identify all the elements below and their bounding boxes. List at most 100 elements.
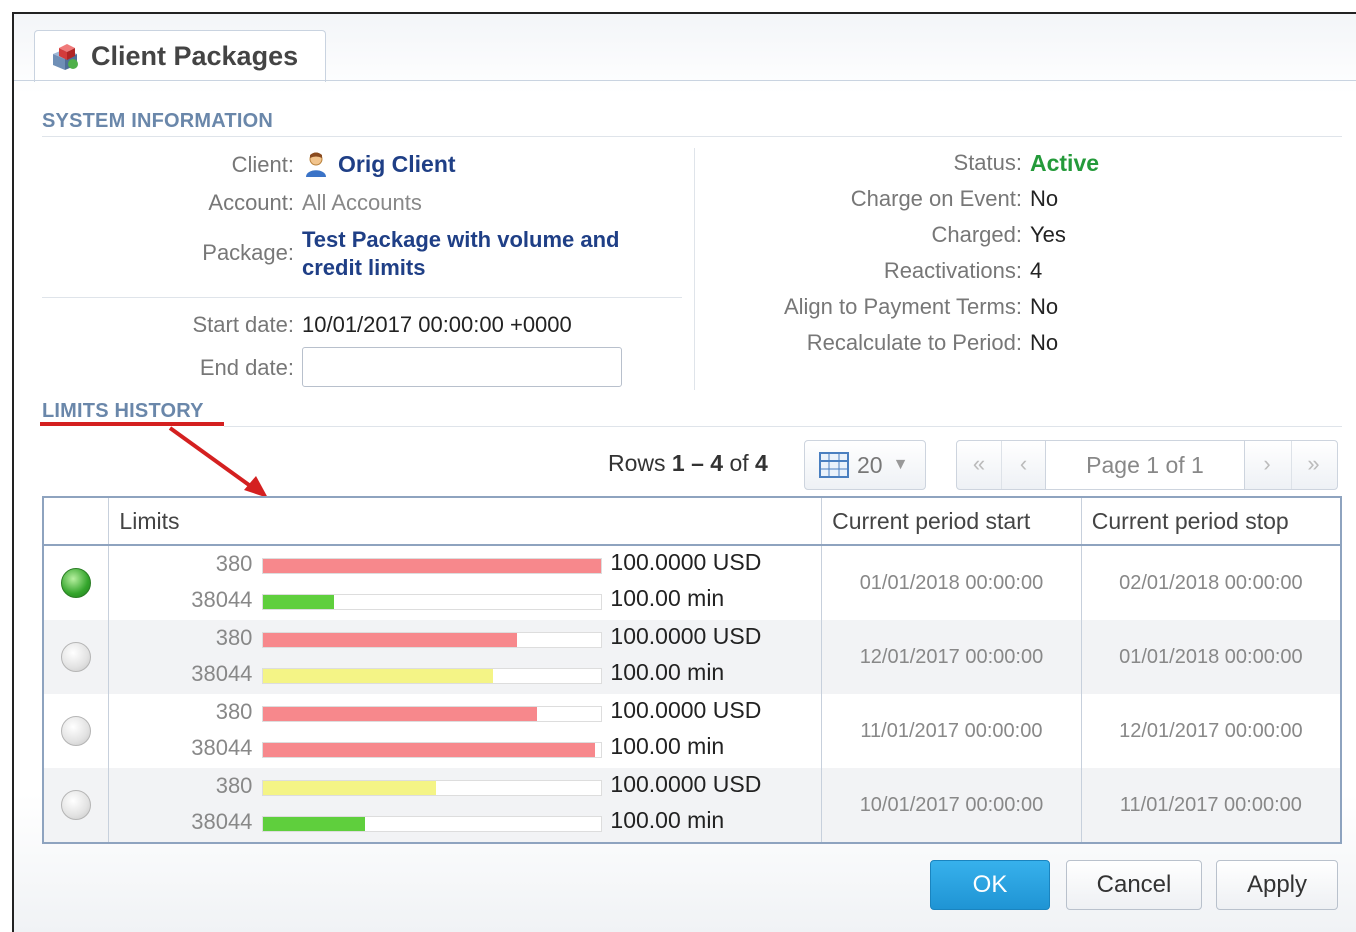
column-separator	[694, 148, 695, 390]
limit-line: 380 100.0000 USD	[110, 769, 820, 805]
limit-destination: 380	[215, 625, 253, 650]
page-indicator[interactable]: Page 1 of 1	[1045, 440, 1245, 490]
limit-amount: 100.00 min	[610, 659, 725, 685]
column-header-status	[43, 497, 110, 546]
limits-cell: 380 100.0000 USD 38044 100.00 min	[108, 694, 823, 768]
limit-usage-fill	[263, 633, 517, 647]
charged-value: Yes	[1030, 222, 1066, 247]
prev-page-button[interactable]: ‹	[1001, 441, 1045, 489]
recalculate-period-value: No	[1030, 330, 1059, 355]
system-information-heading: SYSTEM INFORMATION	[42, 110, 274, 132]
limit-usage-fill	[263, 781, 436, 795]
package-label: Package:	[202, 240, 294, 265]
rows-per-page-select[interactable]: 20 ▼	[804, 440, 926, 490]
period-start-cell: 10/01/2017 00:00:00	[821, 768, 1082, 843]
limit-line: 38044 100.00 min	[110, 731, 820, 767]
client-packages-window: Client Packages SYSTEM INFORMATION Clien…	[12, 12, 1356, 932]
limit-usage-bar	[262, 632, 603, 648]
reactivations-value: 4	[1030, 258, 1043, 283]
divider	[42, 297, 682, 298]
status-cell	[43, 694, 110, 768]
limit-amount: 100.0000 USD	[610, 697, 762, 723]
align-payment-terms-value: No	[1030, 294, 1059, 319]
limit-destination: 380	[215, 773, 253, 798]
column-header-limits[interactable]: Limits	[108, 497, 823, 546]
apply-button[interactable]: Apply	[1216, 860, 1338, 910]
period-stop-cell: 02/01/2018 00:00:00	[1119, 571, 1303, 594]
rows-per-page-value: 20	[857, 451, 883, 478]
limit-usage-bar	[262, 706, 603, 722]
end-date-input[interactable]	[302, 347, 622, 387]
table-row[interactable]: 380 100.0000 USD 38044 100.00 min 10/01/2017…	[43, 768, 1341, 843]
status-cell	[43, 545, 110, 620]
package-line-2: credit limits	[302, 255, 426, 280]
charged-label: Charged:	[931, 222, 1022, 247]
limit-usage-fill	[263, 559, 602, 573]
limits-history-table: Limits Current period start Current peri…	[42, 496, 1342, 844]
account-value: All Accounts	[302, 190, 422, 215]
client-label: Client:	[231, 152, 294, 177]
limit-destination: 380	[215, 699, 253, 724]
limit-amount: 100.0000 USD	[610, 549, 762, 575]
limit-amount: 100.00 min	[610, 807, 725, 833]
charge-on-event-label: Charge on Event:	[850, 186, 1022, 211]
limit-line: 38044 100.00 min	[110, 583, 820, 619]
limit-destination: 38044	[191, 587, 253, 612]
table-row[interactable]: 380 100.0000 USD 38044 100.00 min 12/01/2017…	[43, 620, 1341, 694]
limit-usage-fill	[263, 669, 494, 683]
status-label: Status:	[953, 150, 1022, 175]
limit-usage-bar	[262, 742, 603, 758]
column-header-period-stop[interactable]: Current period stop	[1081, 497, 1341, 546]
period-start-cell: 12/01/2017 00:00:00	[821, 620, 1082, 694]
last-page-button[interactable]: »	[1291, 441, 1335, 489]
divider	[224, 426, 1342, 427]
tab-title: Client Packages	[91, 41, 299, 71]
limit-amount: 100.0000 USD	[610, 771, 762, 797]
limits-cell: 380 100.0000 USD 38044 100.00 min	[108, 545, 823, 620]
package-link[interactable]: Test Package with volume and credit limi…	[302, 226, 619, 282]
first-page-button[interactable]: «	[957, 441, 1001, 489]
inactive-status-icon	[61, 642, 92, 672]
cancel-button[interactable]: Cancel	[1066, 860, 1202, 910]
reactivations-label: Reactivations:	[883, 258, 1022, 283]
limit-usage-bar	[262, 558, 603, 574]
limit-line: 380 100.0000 USD	[110, 621, 820, 657]
start-date-value: 10/01/2017 00:00:00 +0000	[302, 312, 572, 337]
active-status-icon	[61, 568, 92, 598]
packages-icon	[53, 43, 78, 70]
column-header-period-start[interactable]: Current period start	[821, 497, 1082, 546]
annotation-arrow	[168, 426, 268, 498]
limits-cell: 380 100.0000 USD 38044 100.00 min	[108, 768, 823, 843]
user-icon	[306, 152, 326, 177]
ok-button[interactable]: OK	[930, 860, 1050, 910]
status-cell	[43, 620, 110, 694]
tab-client-packages[interactable]: Client Packages	[34, 30, 326, 82]
inactive-status-icon	[61, 716, 92, 746]
limit-line: 38044 100.00 min	[110, 657, 820, 693]
client-link[interactable]: Orig Client	[338, 151, 456, 178]
charge-on-event-value: No	[1030, 186, 1059, 211]
period-start-cell: 01/01/2018 00:00:00	[821, 545, 1082, 620]
limit-usage-fill	[263, 817, 365, 831]
table-row[interactable]: 380 100.0000 USD 38044 100.00 min 11/01/2017…	[43, 694, 1341, 768]
table-row[interactable]: 380 100.0000 USD 38044 100.00 min 01/01/2018…	[43, 545, 1341, 620]
grid-icon	[819, 452, 849, 478]
period-stop-cell: 01/01/2018 00:00:00	[1081, 620, 1341, 694]
status-value: Active	[1030, 150, 1100, 176]
limit-usage-fill	[263, 595, 335, 609]
limit-destination: 38044	[191, 809, 253, 834]
limits-cell: 380 100.0000 USD 38044 100.00 min	[108, 620, 823, 694]
status-cell	[43, 768, 110, 843]
package-line-1: Test Package with volume and	[302, 227, 620, 252]
end-date-label: End date:	[199, 355, 294, 380]
next-page-button[interactable]: ›	[1245, 441, 1289, 489]
tab-divider	[14, 80, 1356, 81]
pagination: « ‹ Page 1 of 1 › »	[956, 440, 1338, 490]
inactive-status-icon	[61, 790, 92, 820]
rows-range: 1 – 4	[671, 450, 724, 476]
limit-amount: 100.00 min	[610, 585, 725, 611]
limit-usage-bar	[262, 594, 603, 610]
recalculate-period-label: Recalculate to Period:	[806, 330, 1022, 355]
rows-info: Rows 1 – 4 of 4	[608, 450, 768, 477]
chevron-down-icon: ▼	[892, 456, 909, 473]
